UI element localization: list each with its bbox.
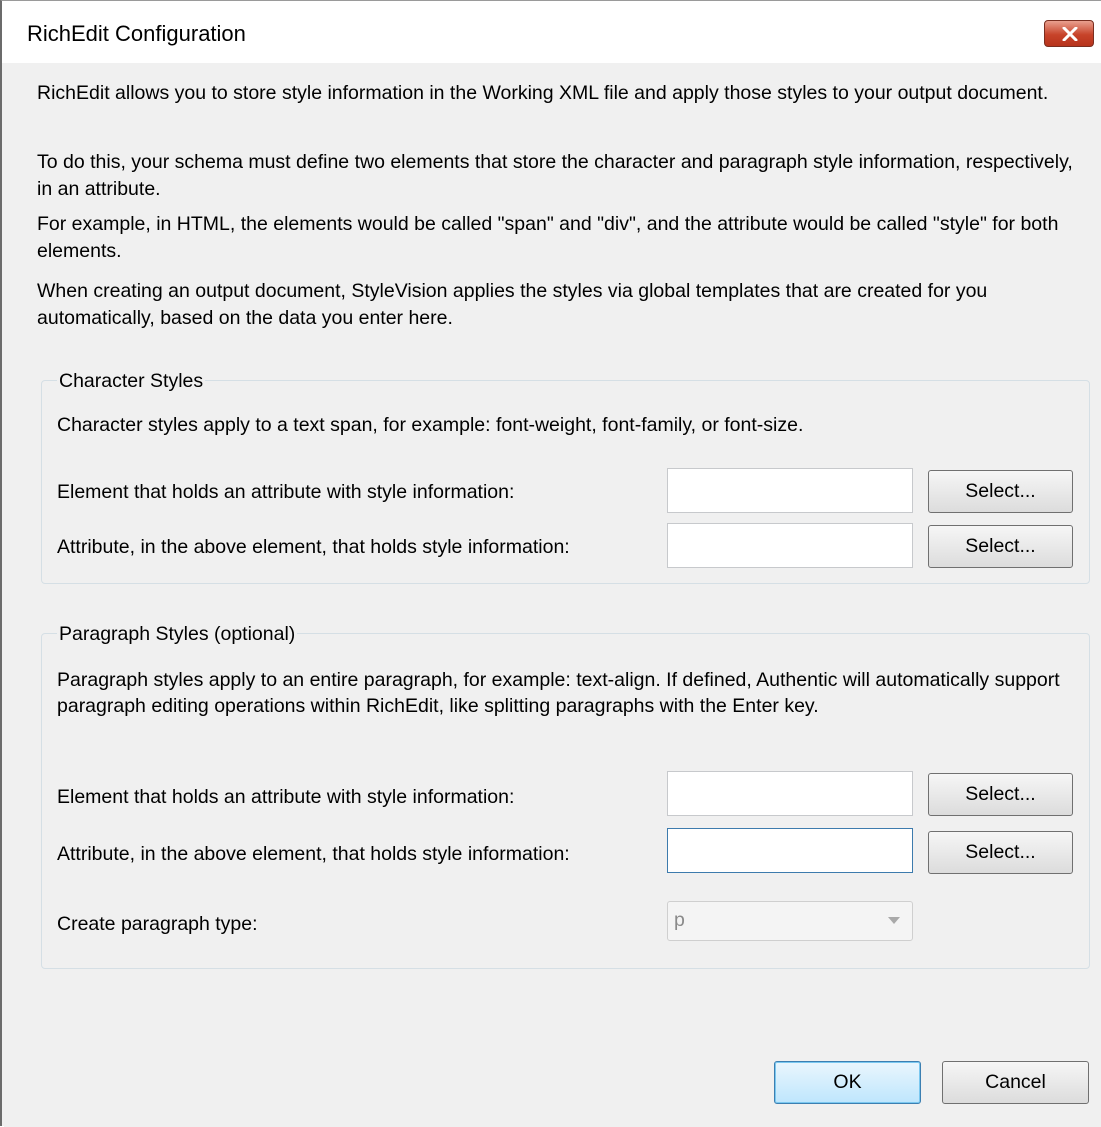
intro-paragraph-4: When creating an output document, StyleV… bbox=[37, 280, 988, 329]
paragraph-type-dropdown[interactable]: p bbox=[667, 901, 913, 941]
paragraph-attribute-label: Attribute, in the above element, that ho… bbox=[57, 843, 570, 865]
paragraph-attribute-select-button[interactable]: Select... bbox=[928, 831, 1073, 874]
chevron-down-icon bbox=[888, 917, 900, 924]
character-element-label: Element that holds an attribute with sty… bbox=[57, 481, 515, 503]
intro-paragraph-1: RichEdit allows you to store style infor… bbox=[37, 82, 1049, 104]
ok-button[interactable]: OK bbox=[774, 1061, 921, 1104]
character-element-select-button[interactable]: Select... bbox=[928, 470, 1073, 513]
character-styles-description: Character styles apply to a text span, f… bbox=[57, 414, 804, 436]
paragraph-element-select-button[interactable]: Select... bbox=[928, 773, 1073, 816]
intro-paragraph-3: For example, in HTML, the elements would… bbox=[37, 213, 1059, 262]
intro-paragraph-2: To do this, your schema must define two … bbox=[37, 151, 1073, 200]
close-icon bbox=[1062, 27, 1078, 41]
paragraph-styles-title: Paragraph Styles (optional) bbox=[57, 622, 298, 646]
character-attribute-input[interactable] bbox=[667, 523, 913, 568]
character-attribute-label: Attribute, in the above element, that ho… bbox=[57, 536, 570, 558]
cancel-button[interactable]: Cancel bbox=[942, 1061, 1089, 1104]
paragraph-styles-description: Paragraph styles apply to an entire para… bbox=[57, 669, 1060, 717]
paragraph-type-value: p bbox=[674, 909, 685, 931]
window-title: RichEdit Configuration bbox=[27, 21, 246, 46]
character-attribute-select-button[interactable]: Select... bbox=[928, 525, 1073, 568]
paragraph-element-input[interactable] bbox=[667, 771, 913, 816]
character-element-input[interactable] bbox=[667, 468, 913, 513]
paragraph-element-label: Element that holds an attribute with sty… bbox=[57, 786, 515, 808]
richedit-configuration-dialog: RichEdit Configuration RichEdit allows y… bbox=[0, 0, 1101, 1127]
close-button[interactable] bbox=[1044, 20, 1094, 47]
character-styles-title: Character Styles bbox=[57, 369, 206, 393]
title-bar[interactable]: RichEdit Configuration bbox=[2, 1, 1101, 63]
paragraph-attribute-input[interactable] bbox=[667, 828, 913, 873]
dialog-body: RichEdit allows you to store style infor… bbox=[4, 63, 1101, 1127]
paragraph-type-label: Create paragraph type: bbox=[57, 913, 258, 935]
